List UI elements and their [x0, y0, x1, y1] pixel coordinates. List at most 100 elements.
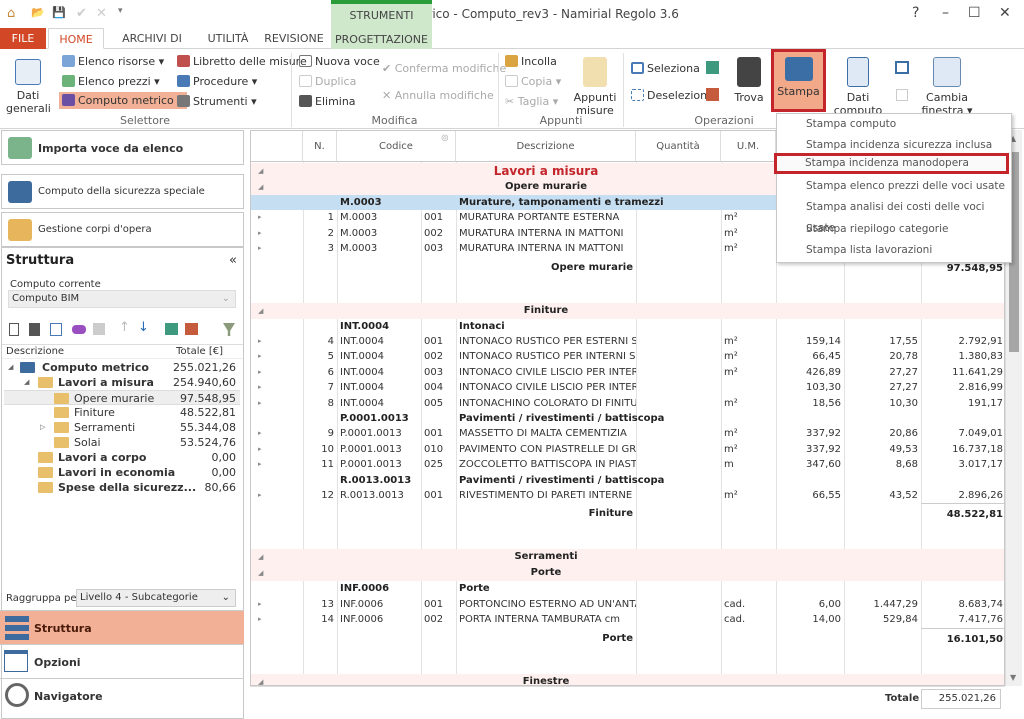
code-group-row[interactable]: R.0013.0013 Pavimenti / rivestimenti / ba…	[251, 473, 1004, 488]
table-row[interactable]: ▸ 10 P.0001.0013 010 PAVIMENTO CON PIASTRELL…	[251, 442, 1004, 457]
table-row[interactable]: ▸ 13 INF.0006 001 PORTONCINO ESTERNO AD UN'A…	[251, 597, 1004, 612]
elimina-button[interactable]: Elimina	[299, 95, 356, 108]
link-icon[interactable]	[72, 325, 86, 334]
tab-archivi-di-base[interactable]: ARCHIVI DI BASE	[108, 28, 196, 66]
tab-home[interactable]: HOME	[48, 28, 104, 49]
minimize-button[interactable]: –	[942, 5, 949, 21]
maximize-button[interactable]: ☐	[968, 5, 981, 21]
help-button[interactable]: ?	[912, 5, 919, 21]
tab-utilita[interactable]: UTILITÀ	[200, 28, 256, 49]
subtotal-row[interactable]: Porte 16.101,50	[251, 627, 1004, 650]
tree-node[interactable]: Lavori a corpo 0,00	[4, 450, 240, 465]
row-expand-icon[interactable]: ▸	[255, 380, 265, 395]
elenco-prezzi-button[interactable]: Elenco prezzi ▾	[62, 75, 160, 88]
filter-icon[interactable]	[223, 323, 235, 336]
conferma-modifiche-button[interactable]: ✔ Conferma modifiche	[382, 62, 506, 75]
new-node-icon[interactable]	[9, 323, 19, 336]
nav-opzioni[interactable]: Opzioni	[0, 644, 244, 678]
copia-button[interactable]: Copia ▾	[505, 75, 561, 88]
strumenti-button[interactable]: Strumenti ▾	[177, 95, 257, 108]
subtotal-row[interactable]: Finiture 48.522,81	[251, 503, 1004, 525]
table-row[interactable]: ▸ 5 INT.0004 002 INTONACO RUSTICO PER INTERN…	[251, 349, 1004, 364]
incolla-button[interactable]: Incolla	[505, 55, 557, 68]
nav-struttura[interactable]: Struttura	[0, 610, 244, 644]
import-node-icon[interactable]	[93, 323, 105, 335]
category-row[interactable]: ◢ Serramenti	[251, 549, 1004, 566]
gestione-corpi-button[interactable]: Gestione corpi d'opera	[1, 212, 244, 247]
move-down-icon[interactable]: ↓	[138, 320, 149, 335]
cambia-finestra-button[interactable]: Cambia finestra ▾	[920, 53, 974, 117]
row-expand-icon[interactable]: ▸	[255, 488, 265, 503]
row-collapse-icon[interactable]: ◢	[255, 303, 266, 319]
menu-item-analisi-costi[interactable]: Stampa analisi dei costi delle voci usat…	[778, 197, 1010, 234]
row-expand-icon[interactable]: ▸	[255, 396, 265, 411]
nav-navigatore[interactable]: Navigatore	[0, 678, 244, 712]
tree-expander-icon[interactable]: ◢	[8, 360, 13, 375]
row-expand-icon[interactable]: ▸	[255, 442, 265, 457]
code-group-row[interactable]: P.0001.0013 Pavimenti / rivestimenti / ba…	[251, 411, 1004, 426]
col-header-codice[interactable]: Codice ⊚	[337, 131, 456, 162]
appunti-misure-button[interactable]: Appunti misure	[572, 53, 618, 117]
menu-item-incidenza-manodopera[interactable]: Stampa incidenza manodopera	[774, 153, 1009, 174]
delete-node-icon[interactable]	[29, 323, 40, 336]
table-row[interactable]: ▸ 7 INT.0004 004 INTONACO CIVILE LISCIO PER …	[251, 380, 1004, 395]
row-expand-icon[interactable]: ▸	[255, 334, 265, 349]
tree-node[interactable]: ◢ Computo metrico 255.021,26	[4, 360, 240, 375]
tree-expander-icon[interactable]: ▷	[40, 420, 45, 435]
computo-metrico-button[interactable]: Computo metrico ▾	[59, 92, 187, 109]
table-row[interactable]: ▸ 14 INF.0006 002 PORTA INTERNA TAMBURATA cm…	[251, 612, 1004, 627]
code-group-row[interactable]: INT.0004 Intonaci	[251, 319, 1004, 334]
row-expand-icon[interactable]: ▸	[255, 226, 265, 241]
scroll-down-icon[interactable]: ▼	[1010, 673, 1016, 682]
dati-computo-button[interactable]: Dati computo	[833, 53, 883, 117]
sicurezza-speciale-button[interactable]: Computo della sicurezza speciale	[1, 174, 244, 209]
row-collapse-icon[interactable]: ◢	[255, 163, 266, 179]
row-expand-icon[interactable]: ▸	[255, 457, 265, 472]
row-expand-icon[interactable]: ▸	[255, 210, 265, 225]
row-expand-icon[interactable]: ▸	[255, 349, 265, 364]
row-expand-icon[interactable]: ▸	[255, 426, 265, 441]
deselect-rows-icon[interactable]	[706, 88, 719, 101]
tab-file[interactable]: FILE	[0, 28, 46, 49]
table-row[interactable]: ▸ 9 P.0001.0013 001 MASSETTO DI MALTA CEMENT…	[251, 426, 1004, 441]
row-collapse-icon[interactable]: ◢	[255, 565, 266, 581]
code-group-row[interactable]: INF.0006 Porte	[251, 581, 1004, 596]
dati-generali-button[interactable]: Dati generali	[6, 55, 51, 115]
table-row[interactable]: ▸ 6 INT.0004 003 INTONACO CIVILE LISCIO PER …	[251, 365, 1004, 380]
cascade-windows-icon[interactable]	[895, 61, 909, 74]
row-collapse-icon[interactable]: ◢	[255, 179, 266, 195]
tree-node[interactable]: Lavori in economia 0,00	[4, 465, 240, 480]
col-header-n[interactable]: N.	[303, 131, 337, 162]
tree-node[interactable]: ▷ Serramenti 55.344,08	[4, 420, 240, 435]
tile-windows-icon[interactable]	[896, 89, 908, 101]
move-up-icon[interactable]: ↑	[119, 320, 130, 335]
stampa-button[interactable]: Stampa	[771, 49, 826, 112]
collapse-all-icon[interactable]	[185, 323, 198, 335]
annulla-modifiche-button[interactable]: ✕ Annulla modifiche	[382, 89, 494, 102]
category-row[interactable]: ◢ Porte	[251, 565, 1004, 582]
row-collapse-icon[interactable]: ◢	[255, 549, 266, 565]
tab-revisione[interactable]: REVISIONE	[262, 28, 326, 49]
tab-progettazione[interactable]: PROGETTAZIONE	[331, 33, 432, 46]
trova-button[interactable]: Trova	[730, 53, 768, 104]
collapse-panel-button[interactable]: «	[229, 253, 237, 268]
elenco-risorse-button[interactable]: Elenco risorse ▾	[62, 55, 164, 68]
tree-node[interactable]: Spese della sicurezz... 80,66	[4, 480, 240, 495]
tree-expander-icon[interactable]: ◢	[24, 375, 29, 390]
col-header-descrizione[interactable]: Descrizione	[456, 131, 636, 162]
filter-icon[interactable]: ⊚	[441, 131, 449, 154]
procedure-button[interactable]: Procedure ▾	[177, 75, 257, 88]
row-expand-icon[interactable]: ▸	[255, 365, 265, 380]
importa-voce-button[interactable]: Importa voce da elenco	[1, 130, 244, 165]
menu-item-lista-lavorazioni[interactable]: Stampa lista lavorazioni	[778, 240, 1010, 261]
row-expand-icon[interactable]: ▸	[255, 612, 265, 627]
menu-item-elenco-prezzi[interactable]: Stampa elenco prezzi delle voci usate	[778, 176, 1010, 197]
tree-node[interactable]: Opere murarie 97.548,95	[4, 390, 240, 405]
expand-all-icon[interactable]	[165, 323, 178, 335]
select-rows-icon[interactable]	[706, 61, 719, 74]
nuova-voce-button[interactable]: Nuova voce	[299, 55, 380, 68]
table-row[interactable]: ▸ 12 R.0013.0013 001 RIVESTIMENTO DI PARETI …	[251, 488, 1004, 503]
tree-node[interactable]: ◢ Lavori a misura 254.940,60	[4, 375, 240, 390]
row-collapse-icon[interactable]: ◢	[255, 674, 266, 685]
col-header-quantita[interactable]: Quantità	[636, 131, 721, 162]
